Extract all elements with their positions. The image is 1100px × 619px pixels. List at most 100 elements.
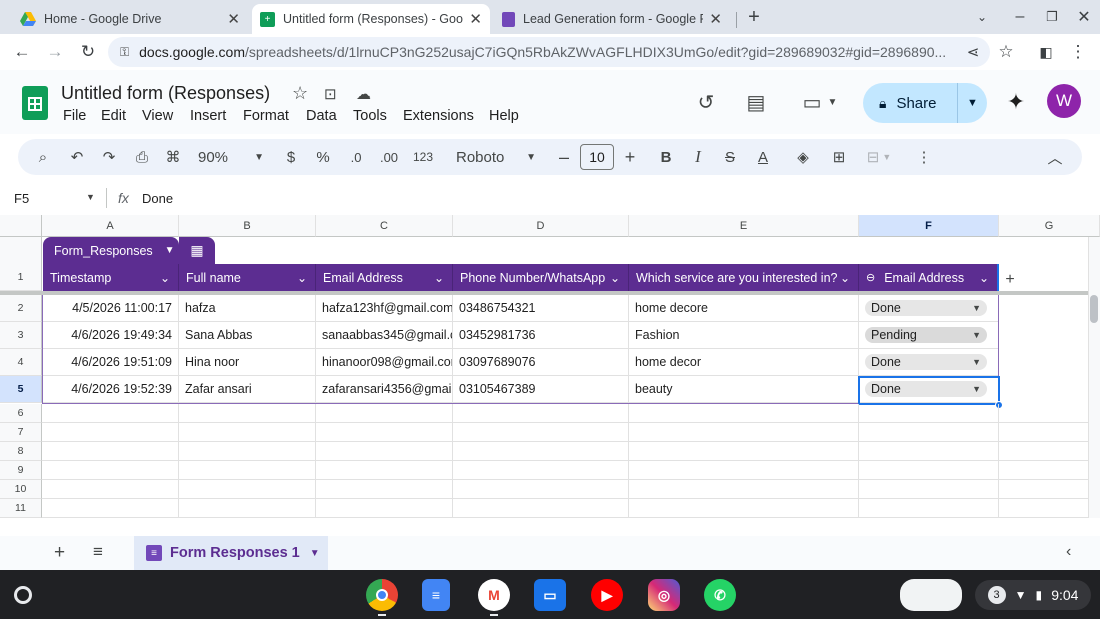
- cell-phone[interactable]: 03105467389: [453, 376, 629, 403]
- notification-count[interactable]: 3: [987, 586, 1006, 604]
- chevron-down-icon[interactable]: ▼: [86, 192, 95, 202]
- meet-video-icon[interactable]: ▭ ▼: [798, 88, 842, 116]
- row-header[interactable]: 6: [0, 404, 42, 423]
- formula-input[interactable]: Done: [142, 191, 173, 206]
- table-view-icon[interactable]: ▦: [179, 237, 215, 264]
- chevron-down-icon[interactable]: ⌄: [840, 271, 850, 285]
- more-options-icon[interactable]: ⋮: [914, 139, 934, 175]
- status-chip[interactable]: Done ▼: [865, 300, 987, 316]
- cell-name[interactable]: Hina noor: [179, 349, 316, 376]
- move-folder-icon[interactable]: ⊡: [324, 85, 337, 103]
- close-tab-icon[interactable]: ✕: [469, 10, 482, 28]
- status-chip[interactable]: Pending ▼: [865, 327, 987, 343]
- status-chip[interactable]: Done ▼: [865, 354, 987, 370]
- select-all-corner[interactable]: [0, 215, 42, 237]
- address-bar[interactable]: ⚿ docs.google.com/spreadsheets/d/1lrnuCP…: [108, 37, 990, 67]
- selected-cell-f5[interactable]: [858, 376, 1000, 405]
- side-panel-icon[interactable]: ◧: [1033, 39, 1059, 65]
- table-header-cell[interactable]: ⊖ Email Address ⌄: [859, 264, 999, 291]
- paint-format-icon[interactable]: ⌘: [162, 139, 184, 175]
- cell-timestamp[interactable]: 4/6/2026 19:49:34: [43, 322, 179, 349]
- scroll-arrows[interactable]: ◂▸: [1058, 518, 1086, 520]
- add-sheet-button[interactable]: +: [54, 542, 65, 564]
- search-menus-icon[interactable]: ⌕: [32, 139, 54, 175]
- italic-icon[interactable]: I: [688, 139, 708, 175]
- chrome-app-icon[interactable]: [366, 579, 398, 611]
- add-column-icon[interactable]: +: [1001, 271, 1019, 289]
- table-header-cell[interactable]: Which service are you interested in? ⌄: [629, 264, 859, 291]
- youtube-app-icon[interactable]: ▶: [591, 579, 623, 611]
- column-header-a[interactable]: A: [42, 215, 179, 237]
- row-header[interactable]: 3: [0, 322, 42, 349]
- menu-edit[interactable]: Edit: [101, 108, 126, 124]
- whatsapp-app-icon[interactable]: ✆: [704, 579, 736, 611]
- browser-tab-lead-form[interactable]: Lead Generation form - Google F ✕: [494, 4, 730, 34]
- vertical-scrollbar-track[interactable]: [1088, 237, 1100, 520]
- cell-name[interactable]: Zafar ansari: [179, 376, 316, 403]
- name-box[interactable]: F5: [14, 191, 29, 206]
- decrease-font-size-icon[interactable]: –: [554, 139, 574, 175]
- cell-phone[interactable]: 03097689076: [453, 349, 629, 376]
- bookmark-star-icon[interactable]: ☆: [993, 39, 1019, 65]
- cell-status[interactable]: Pending ▼: [859, 322, 999, 349]
- browser-tab-drive[interactable]: Home - Google Drive ✕: [12, 4, 248, 34]
- launcher-icon[interactable]: [14, 586, 32, 604]
- table-header-cell[interactable]: Timestamp ⌄: [43, 264, 179, 291]
- site-info-icon[interactable]: ⚿: [120, 45, 129, 60]
- scroll-left-icon[interactable]: ◂: [1058, 518, 1063, 520]
- menu-data[interactable]: Data: [306, 108, 337, 124]
- cell-status[interactable]: Done ▼: [859, 349, 999, 376]
- sheet-tab-form-responses[interactable]: ≡ Form Responses 1 ▼: [134, 536, 328, 570]
- cell-email[interactable]: hinanoor098@gmail.cor: [316, 349, 453, 376]
- cell-service[interactable]: Fashion: [629, 322, 859, 349]
- column-header-g[interactable]: G: [999, 215, 1100, 237]
- chevron-down-icon[interactable]: ⌄: [434, 271, 444, 285]
- table-header-cell[interactable]: Phone Number/WhatsApp ⌄: [453, 264, 629, 291]
- decrease-decimal-button[interactable]: .0: [344, 139, 368, 175]
- close-window-icon[interactable]: ✕: [1072, 6, 1096, 28]
- column-header-f[interactable]: F: [859, 215, 999, 237]
- cell-service[interactable]: home decore: [629, 295, 859, 322]
- font-select[interactable]: Roboto ▼: [456, 139, 536, 175]
- strikethrough-icon[interactable]: S: [720, 139, 740, 175]
- forward-arrow-icon[interactable]: →: [42, 39, 68, 65]
- menu-format[interactable]: Format: [243, 108, 289, 124]
- hide-menus-chevron-icon[interactable]: ︿: [1044, 139, 1066, 175]
- row-header-selected[interactable]: 5: [0, 376, 42, 403]
- bold-icon[interactable]: B: [656, 139, 676, 175]
- docs-app-icon[interactable]: ≡: [422, 579, 450, 611]
- vertical-scrollbar-thumb[interactable]: [1090, 295, 1098, 323]
- row-header[interactable]: 10: [0, 480, 42, 499]
- menu-insert[interactable]: Insert: [190, 108, 226, 124]
- chevron-down-icon[interactable]: ⌄: [979, 271, 989, 285]
- document-title[interactable]: Untitled form (Responses): [61, 83, 270, 104]
- print-icon[interactable]: ⎙: [130, 139, 154, 175]
- cell-phone[interactable]: 03452981736: [453, 322, 629, 349]
- chevron-down-icon[interactable]: ⌄: [160, 271, 170, 285]
- account-avatar[interactable]: W: [1047, 84, 1081, 118]
- sheets-logo-icon[interactable]: [22, 86, 48, 120]
- minimize-icon[interactable]: –: [1008, 6, 1032, 28]
- cell-timestamp[interactable]: 4/5/2026 11:00:17: [43, 295, 179, 322]
- column-header-e[interactable]: E: [629, 215, 859, 237]
- instagram-app-icon[interactable]: ◎: [648, 579, 680, 611]
- row-header[interactable]: 11: [0, 499, 42, 518]
- cell-service[interactable]: beauty: [629, 376, 859, 403]
- column-header-c[interactable]: C: [316, 215, 453, 237]
- fill-color-icon[interactable]: ◈: [792, 139, 814, 175]
- row-header[interactable]: 4: [0, 349, 42, 376]
- row-header[interactable]: 9: [0, 461, 42, 480]
- chevron-down-icon[interactable]: ⌄: [610, 271, 620, 285]
- column-header-d[interactable]: D: [453, 215, 629, 237]
- more-formats-button[interactable]: 123: [410, 139, 436, 175]
- collapse-sidebar-icon[interactable]: ‹: [1066, 543, 1071, 561]
- menu-file[interactable]: File: [63, 108, 86, 124]
- cell-service[interactable]: home decor: [629, 349, 859, 376]
- reload-icon[interactable]: ↻: [75, 39, 101, 65]
- share-page-icon[interactable]: ⋖: [960, 39, 986, 65]
- browser-tab-responses[interactable]: + Untitled form (Responses) - Goo ✕: [252, 4, 490, 34]
- gmail-app-icon[interactable]: M: [478, 579, 510, 611]
- cell-name[interactable]: hafza: [179, 295, 316, 322]
- cell-timestamp[interactable]: 4/6/2026 19:52:39: [43, 376, 179, 403]
- redo-icon[interactable]: ↷: [98, 139, 120, 175]
